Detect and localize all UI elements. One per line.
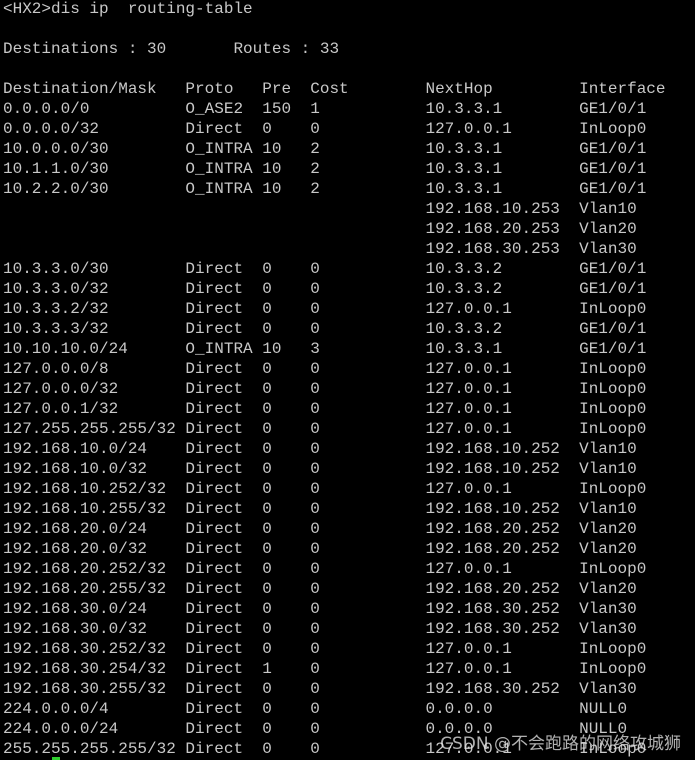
route-row: 224.0.0.0/4 Direct 0 0 0.0.0.0 NULL0 (3, 700, 628, 718)
route-row: 192.168.10.0/24 Direct 0 0 192.168.10.25… (3, 440, 637, 458)
routing-summary-line: Destinations : 30 Routes : 33 (3, 40, 340, 58)
route-row: 10.10.10.0/24 O_INTRA 10 3 10.3.3.1 GE1/… (3, 340, 647, 358)
route-row: 0.0.0.0/32 Direct 0 0 127.0.0.1 InLoop0 (3, 120, 647, 138)
route-row: 127.0.0.0/32 Direct 0 0 127.0.0.1 InLoop… (3, 380, 647, 398)
route-row: 192.168.10.252/32 Direct 0 0 127.0.0.1 I… (3, 480, 647, 498)
route-row: 192.168.30.254/32 Direct 1 0 127.0.0.1 I… (3, 660, 647, 678)
route-row: 10.3.3.0/32 Direct 0 0 10.3.3.2 GE1/0/1 (3, 280, 647, 298)
route-row: 192.168.20.255/32 Direct 0 0 192.168.20.… (3, 580, 637, 598)
route-row: 192.168.30.252/32 Direct 0 0 127.0.0.1 I… (3, 640, 647, 658)
route-row: 10.0.0.0/30 O_INTRA 10 2 10.3.3.1 GE1/0/… (3, 140, 647, 158)
route-row: 127.0.0.1/32 Direct 0 0 127.0.0.1 InLoop… (3, 400, 647, 418)
route-row: 192.168.30.253 Vlan30 (3, 240, 637, 258)
route-row: 10.3.3.0/30 Direct 0 0 10.3.3.2 GE1/0/1 (3, 260, 647, 278)
route-row: 192.168.20.0/32 Direct 0 0 192.168.20.25… (3, 540, 637, 558)
route-row: 192.168.20.253 Vlan20 (3, 220, 637, 238)
route-row: 192.168.20.252/32 Direct 0 0 127.0.0.1 I… (3, 560, 647, 578)
route-row: 192.168.20.0/24 Direct 0 0 192.168.20.25… (3, 520, 637, 538)
route-row: 127.255.255.255/32 Direct 0 0 127.0.0.1 … (3, 420, 647, 438)
terminal-window[interactable]: <HX2>dis ip routing-table Destinations :… (0, 0, 695, 760)
command-prompt-line: <HX2>dis ip routing-table (3, 0, 253, 18)
route-row: 10.3.3.2/32 Direct 0 0 127.0.0.1 InLoop0 (3, 300, 647, 318)
route-row: 10.3.3.3/32 Direct 0 0 10.3.3.2 GE1/0/1 (3, 320, 647, 338)
route-row: 0.0.0.0/0 O_ASE2 150 1 10.3.3.1 GE1/0/1 (3, 100, 647, 118)
route-row: 10.2.2.0/30 O_INTRA 10 2 10.3.3.1 GE1/0/… (3, 180, 647, 198)
route-row: 192.168.10.253 Vlan10 (3, 200, 637, 218)
route-row: 192.168.30.0/24 Direct 0 0 192.168.30.25… (3, 600, 637, 618)
route-row: 192.168.10.0/32 Direct 0 0 192.168.10.25… (3, 460, 637, 478)
route-row: 192.168.30.255/32 Direct 0 0 192.168.30.… (3, 680, 637, 698)
route-row: 127.0.0.0/8 Direct 0 0 127.0.0.1 InLoop0 (3, 360, 647, 378)
csdn-watermark: CSDN @不会跑路的网络攻城狮 (440, 734, 681, 754)
route-row: 10.1.1.0/30 O_INTRA 10 2 10.3.3.1 GE1/0/… (3, 160, 647, 178)
table-header-line: Destination/Mask Proto Pre Cost NextHop … (3, 80, 666, 98)
route-row: 192.168.10.255/32 Direct 0 0 192.168.10.… (3, 500, 637, 518)
route-row: 192.168.30.0/32 Direct 0 0 192.168.30.25… (3, 620, 637, 638)
